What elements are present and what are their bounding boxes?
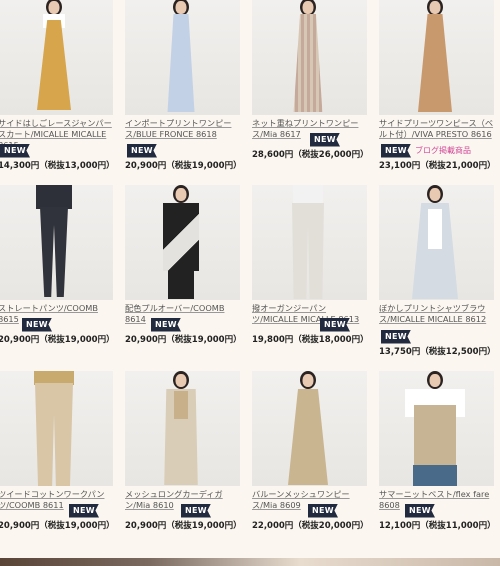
- product-price: 20,900円（税抜19,000円）: [125, 335, 242, 345]
- new-badge: NEW: [22, 317, 52, 332]
- product-price: 20,900円（税抜19,000円）: [0, 521, 115, 531]
- product-title[interactable]: インポートプリントワンピース/BLUE FRONCE 8618: [125, 118, 240, 140]
- product-photo[interactable]: [379, 0, 494, 115]
- product-photo[interactable]: [252, 371, 367, 486]
- new-badge: NEW: [308, 503, 338, 518]
- product-price: 19,800円（税抜18,000円）: [252, 335, 369, 345]
- blog-featured-link[interactable]: ブログ掲載商品: [415, 146, 471, 155]
- new-badge: NEW: [69, 503, 99, 518]
- product-price: 22,000円（税抜20,000円）: [252, 521, 369, 531]
- product-title[interactable]: 配色プルオーバー/COOMB 8614: [125, 303, 240, 325]
- product-title[interactable]: ぼかしプリントシャツブラウス/MICALLE MICALLE 8612: [379, 303, 494, 325]
- product-price: 20,900円（税抜19,000円）: [125, 521, 242, 531]
- new-badge: NEW: [381, 329, 411, 344]
- new-badge: NEW: [151, 317, 181, 332]
- product-photo[interactable]: [125, 371, 240, 486]
- product-photo[interactable]: [0, 371, 113, 486]
- next-row-photo-strip: [0, 558, 500, 566]
- product-grid: サイドはしごレースジャンパースカート/MICALLE MICALLE 8615 …: [0, 0, 500, 566]
- product-price: 13,750円（税抜12,500円）: [379, 347, 496, 357]
- new-badge: NEW: [0, 143, 30, 158]
- product-price: 14,300円（税抜13,000円）: [0, 161, 115, 171]
- new-badge: NEW: [310, 132, 340, 147]
- product-photo[interactable]: [379, 371, 494, 486]
- product-photo[interactable]: [125, 0, 240, 115]
- product-price: 12,100円（税抜11,000円）: [379, 521, 496, 531]
- product-title[interactable]: ストレートパンツ/COOMB 8615: [0, 303, 113, 325]
- new-badge: NEW: [381, 143, 411, 158]
- product-photo[interactable]: [0, 185, 113, 300]
- product-price: 20,900円（税抜19,000円）: [0, 335, 115, 345]
- product-price: 23,100円（税抜21,000円）: [379, 161, 496, 171]
- new-badge: NEW: [127, 143, 157, 158]
- product-photo[interactable]: [252, 0, 367, 115]
- product-photo[interactable]: [0, 0, 113, 115]
- product-photo[interactable]: [252, 185, 367, 300]
- new-badge: NEW: [181, 503, 211, 518]
- product-photo[interactable]: [379, 185, 494, 300]
- new-badge: NEW: [405, 503, 435, 518]
- product-price: 28,600円（税抜26,000円）: [252, 150, 369, 160]
- product-price: 20,900円（税抜19,000円）: [125, 161, 242, 171]
- product-title[interactable]: サマーニットベスト/flex fare 8608: [379, 489, 494, 511]
- new-badge: NEW: [320, 317, 350, 332]
- product-title[interactable]: サイドプリーツワンピース（ベルト付）/VIVA PRESTO 8616: [379, 118, 494, 140]
- product-photo[interactable]: [125, 185, 240, 300]
